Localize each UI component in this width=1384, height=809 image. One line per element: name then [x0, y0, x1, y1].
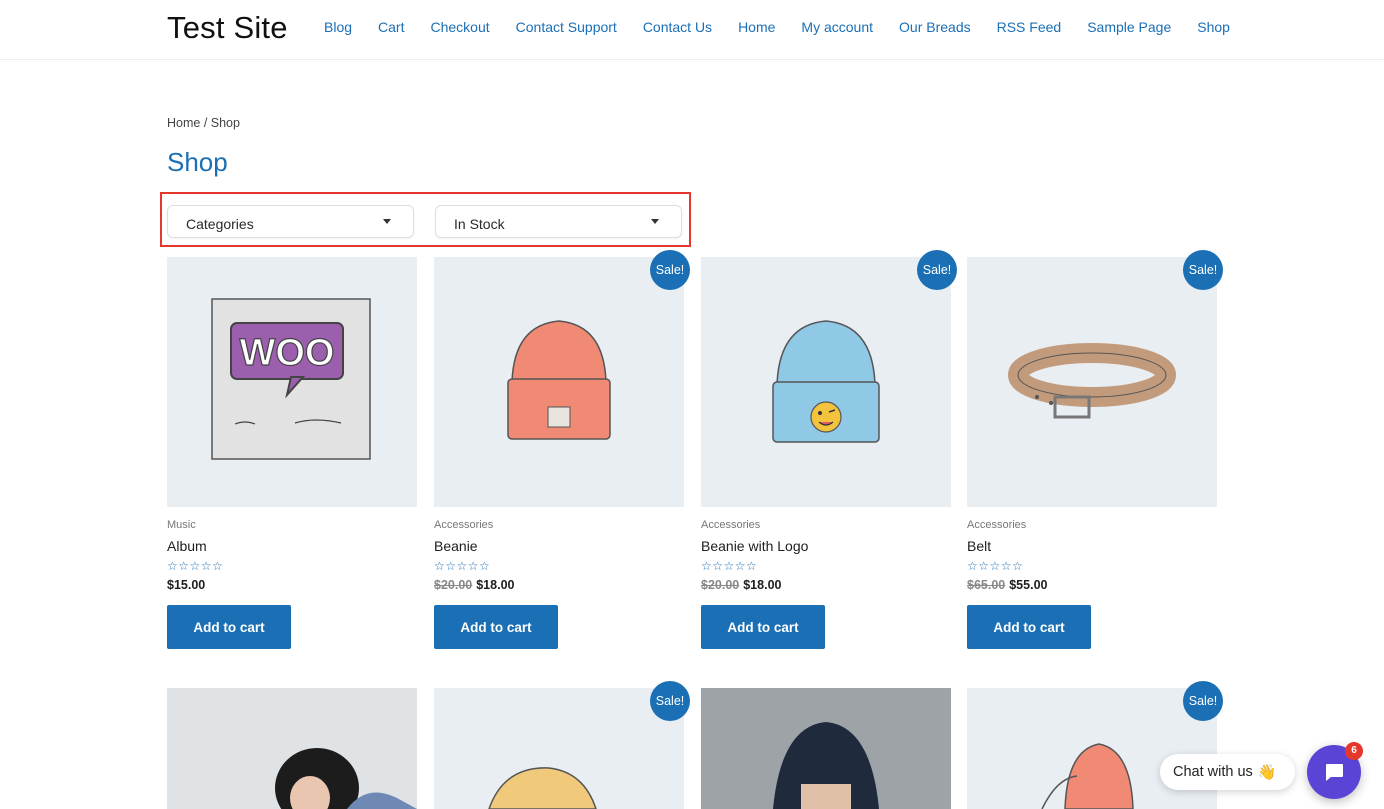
- rating-stars-icon: ☆☆☆☆☆: [701, 559, 758, 573]
- rating-stars-icon: ☆☆☆☆☆: [167, 559, 224, 573]
- nav-item-blog[interactable]: Blog: [324, 19, 352, 35]
- product-category: Accessories: [434, 519, 494, 531]
- rating-stars-icon: ☆☆☆☆☆: [434, 559, 491, 573]
- unread-count-badge: 6: [1345, 742, 1363, 760]
- beanie-with-logo-illustration: [772, 320, 880, 443]
- breadcrumb-current: Shop: [210, 116, 240, 130]
- product-price: $20.00 $18.00: [434, 578, 514, 592]
- cap-illustration: [488, 767, 597, 809]
- site-title[interactable]: Test Site: [167, 10, 288, 46]
- product-category: Music: [167, 519, 196, 531]
- waving-hand-icon: 👋: [1257, 764, 1277, 781]
- sale-price: $18.00: [743, 578, 782, 592]
- belt-illustration: [1008, 343, 1176, 419]
- rating-stars-icon: ☆☆☆☆☆: [967, 559, 1024, 573]
- nav-item-our-breads[interactable]: Our Breads: [899, 19, 971, 35]
- product-image-hat-photo[interactable]: [701, 688, 951, 809]
- nav-item-shop[interactable]: Shop: [1197, 19, 1230, 35]
- product-name[interactable]: Album: [167, 538, 207, 554]
- product-name[interactable]: Belt: [967, 538, 991, 554]
- product-card: Sale! Accessories Beanie with Logo ☆☆☆☆☆…: [701, 250, 957, 657]
- product-card: Sale! Accessories Belt ☆☆☆☆☆ $65.00 $55.0…: [967, 250, 1223, 657]
- product-category: Accessories: [701, 519, 761, 531]
- nav-item-rss-feed[interactable]: RSS Feed: [997, 19, 1062, 35]
- product-price: $15.00: [167, 578, 205, 592]
- sale-badge: Sale!: [1183, 681, 1223, 721]
- chat-with-us-prompt[interactable]: Chat with us 👋: [1160, 754, 1295, 790]
- product-image-album[interactable]: WOO: [167, 257, 417, 507]
- nav-item-home[interactable]: Home: [738, 19, 775, 35]
- product-price: $65.00 $55.00: [967, 578, 1047, 592]
- chevron-down-icon: [651, 219, 659, 224]
- original-price: $65.00: [967, 578, 1006, 592]
- chat-prompt-label: Chat with us: [1173, 764, 1253, 780]
- product-card: Sale! Accessories Beanie ☆☆☆☆☆ $20.00 $18…: [434, 250, 690, 657]
- hoodie-illustration: [1041, 743, 1134, 809]
- chat-bubble-icon: [1326, 764, 1343, 781]
- nav-item-checkout[interactable]: Checkout: [430, 19, 489, 35]
- original-price: $20.00: [434, 578, 473, 592]
- stock-filter-select[interactable]: In Stock: [435, 205, 682, 238]
- nav-item-sample-page[interactable]: Sample Page: [1087, 19, 1171, 35]
- breadcrumb-home-link[interactable]: Home: [167, 116, 200, 130]
- product-card: WOO Music Album ☆☆☆☆☆ $15.00 Add to cart: [167, 257, 417, 657]
- breadcrumb: Home / Shop: [167, 116, 240, 130]
- product-image-cap[interactable]: [434, 688, 684, 809]
- svg-text:WOO: WOO: [240, 332, 335, 374]
- sale-price: $18.00: [476, 578, 515, 592]
- product-name[interactable]: Beanie: [434, 538, 478, 554]
- site-header: Test Site Blog Cart Checkout Contact Sup…: [0, 0, 1384, 60]
- sale-badge: Sale!: [650, 681, 690, 721]
- categories-filter-value: Categories: [186, 216, 254, 232]
- product-image-beanie-with-logo[interactable]: [701, 257, 951, 507]
- nav-item-contact-us[interactable]: Contact Us: [643, 19, 712, 35]
- bucket-hat-photo: [773, 722, 879, 809]
- stock-filter-value: In Stock: [454, 216, 505, 232]
- product-image-beanie[interactable]: [434, 257, 684, 507]
- add-to-cart-button[interactable]: Add to cart: [434, 605, 558, 649]
- page-title: Shop: [167, 147, 228, 177]
- album-cover-illustration: WOO: [211, 298, 371, 460]
- product-image-hoodie[interactable]: [967, 688, 1217, 809]
- nav-item-contact-support[interactable]: Contact Support: [516, 19, 617, 35]
- sale-badge: Sale!: [917, 250, 957, 290]
- original-price: $20.00: [701, 578, 740, 592]
- current-price: $15.00: [167, 578, 206, 592]
- nav-item-cart[interactable]: Cart: [378, 19, 404, 35]
- chevron-down-icon: [383, 219, 391, 224]
- add-to-cart-button[interactable]: Add to cart: [701, 605, 825, 649]
- sale-badge: Sale!: [650, 250, 690, 290]
- product-price: $20.00 $18.00: [701, 578, 781, 592]
- sale-price: $55.00: [1009, 578, 1048, 592]
- nav-item-my-account[interactable]: My account: [801, 19, 873, 35]
- categories-filter-select[interactable]: Categories: [167, 205, 414, 238]
- person-photo: [275, 748, 417, 809]
- beanie-illustration: [507, 320, 611, 440]
- main-nav: Blog Cart Checkout Contact Support Conta…: [324, 19, 1256, 35]
- product-name[interactable]: Beanie with Logo: [701, 538, 808, 554]
- product-image-belt[interactable]: [967, 257, 1217, 507]
- product-category: Accessories: [967, 519, 1027, 531]
- add-to-cart-button[interactable]: Add to cart: [167, 605, 291, 649]
- breadcrumb-separator: /: [200, 116, 211, 130]
- sale-badge: Sale!: [1183, 250, 1223, 290]
- product-image-hoodie-photo[interactable]: [167, 688, 417, 809]
- add-to-cart-button[interactable]: Add to cart: [967, 605, 1091, 649]
